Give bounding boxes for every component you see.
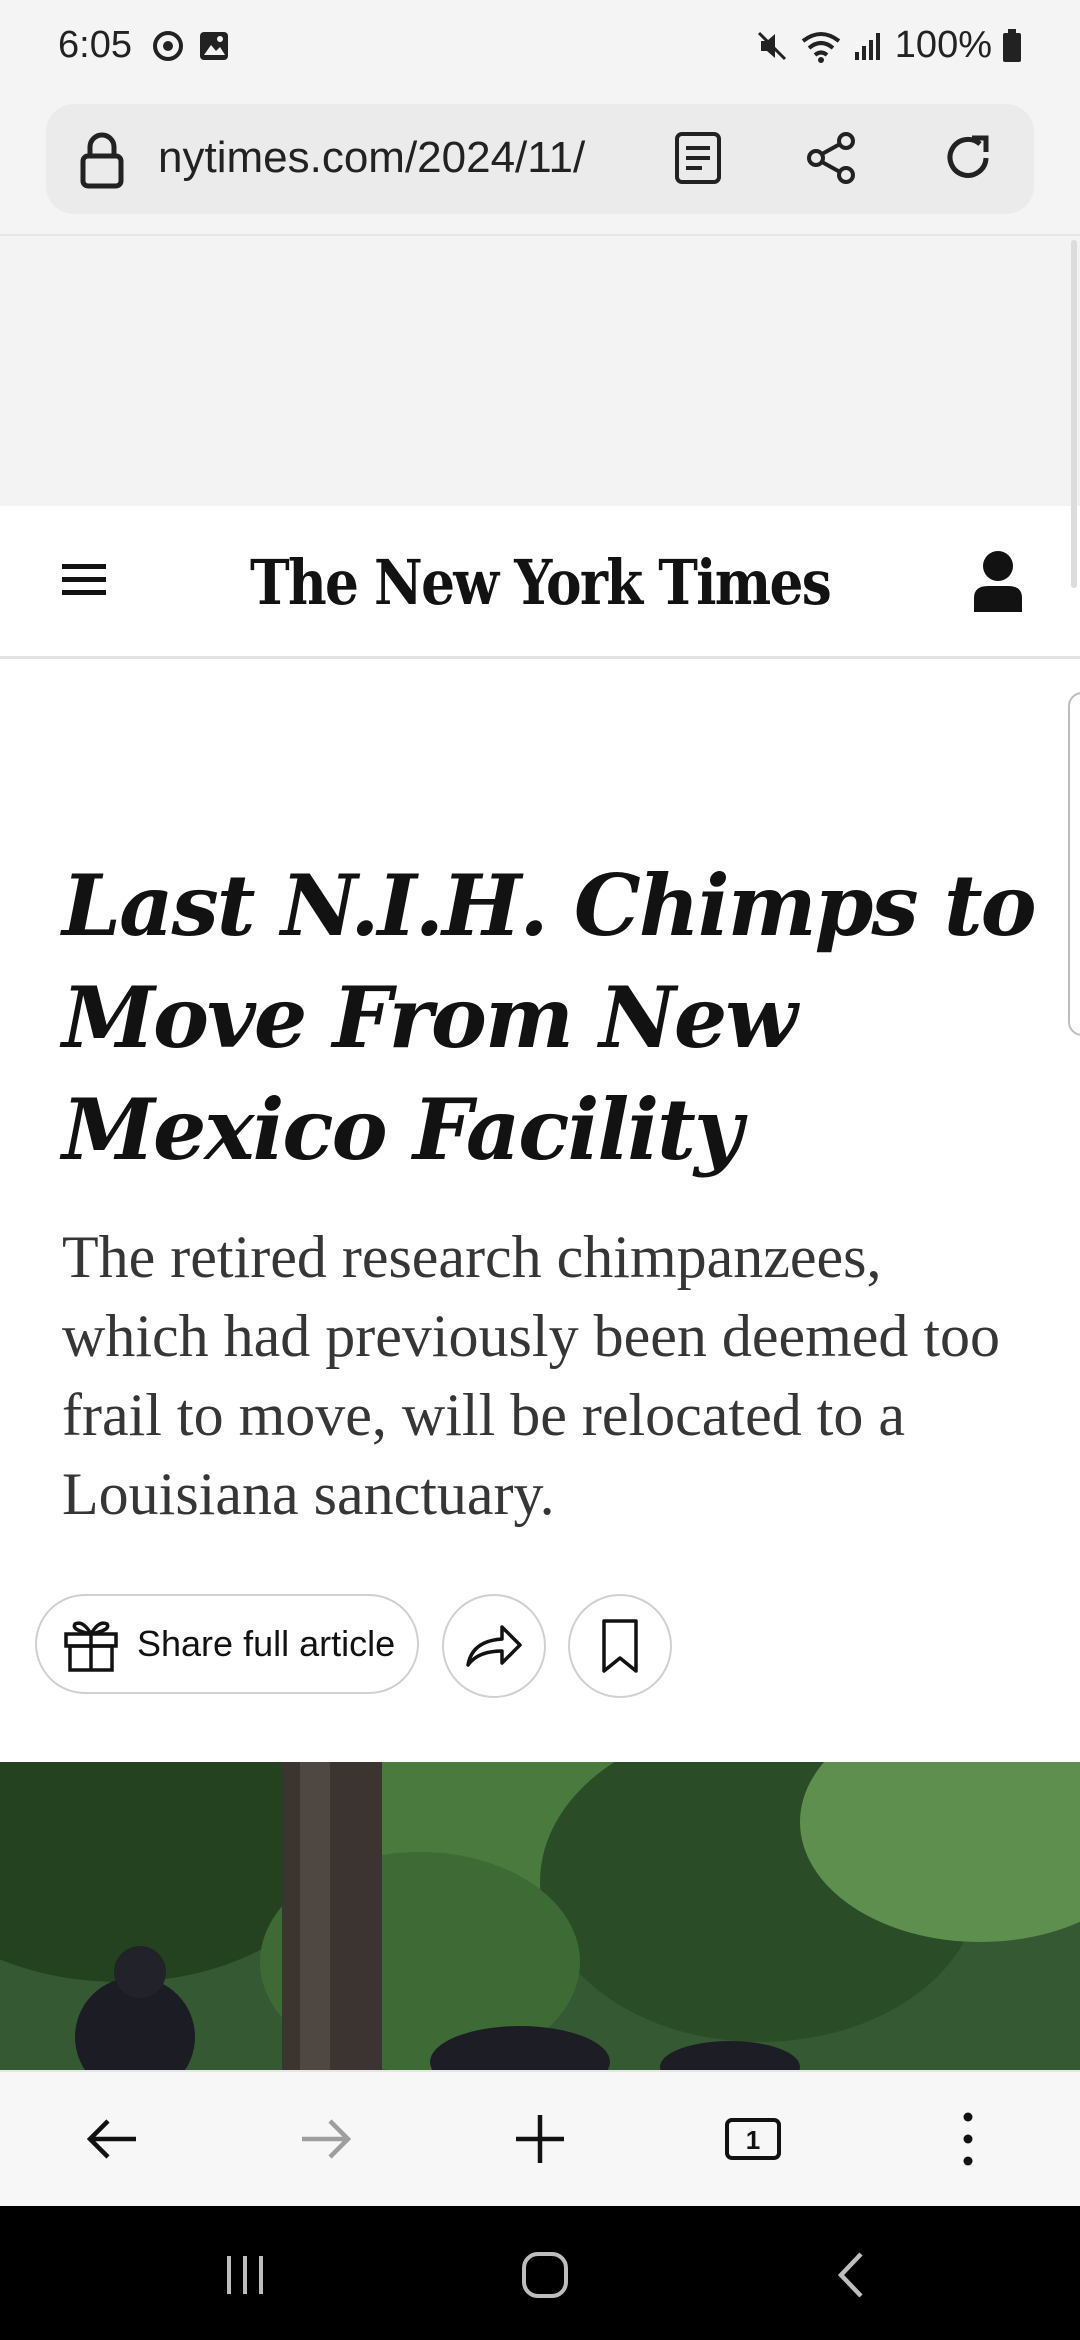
bookmark-icon [602,1619,638,1673]
article-headline: Last N.I.H. Chimps to Move From New Mexi… [62,856,1037,1179]
ad-placeholder [0,234,1080,508]
article-photo [0,1762,1080,2070]
status-time: 6:05 [58,24,132,66]
menu-icon[interactable] [58,558,110,602]
mute-icon [757,31,786,60]
more-options-button[interactable] [928,2104,1008,2174]
reload-button[interactable] [938,128,998,188]
status-notification-icons [152,30,230,62]
battery-percent: 100% [894,24,992,66]
recents-icon [227,2256,263,2294]
url-text[interactable]: nytimes.com/2024/11/ [158,133,628,183]
system-back-button[interactable] [806,2240,896,2310]
share-full-article-label: Share full article [137,1623,396,1664]
tabs-button[interactable]: 1 [713,2104,793,2174]
gallery-icon [200,32,228,60]
back-arrow-icon [86,2119,136,2159]
tab-count: 1 [746,2125,760,2155]
wifi-icon [801,31,841,63]
reader-mode-button[interactable] [668,128,728,188]
reader-mode-icon [675,132,721,184]
status-right: 100% [755,24,1022,67]
gift-icon [64,1621,118,1672]
article-summary: The retired research chimpanzees, which … [62,1224,1001,1527]
sync-icon [153,31,183,61]
tabs-icon: 1 [725,2118,781,2160]
share-icon [807,132,855,184]
masthead-logo[interactable]: The New York Times [240,538,840,628]
reload-icon [947,135,989,178]
page-scroll-thumb[interactable] [1071,240,1077,588]
recents-button[interactable] [200,2240,290,2310]
chevron-left-icon [837,2252,863,2298]
plus-icon [516,2115,564,2163]
forward-arrow-icon [466,1625,522,1667]
signal-icon [854,32,880,60]
new-tab-button[interactable] [500,2104,580,2174]
back-button[interactable] [72,2104,152,2174]
forward-icon [302,2119,352,2159]
account-icon[interactable] [970,548,1026,614]
share-button[interactable] [442,1594,546,1698]
url-fade [590,120,640,200]
home-button[interactable] [500,2240,590,2310]
forward-button[interactable] [286,2104,366,2174]
home-icon [522,2252,568,2298]
masthead-text: The New York Times [250,546,830,619]
lock-icon[interactable] [76,130,128,190]
chimpanzees-photo [0,1762,1080,2070]
share-full-article-button[interactable]: Share full article [35,1594,419,1694]
edge-panel-handle[interactable] [1068,692,1080,1036]
more-vertical-icon [963,2112,973,2166]
share-page-button[interactable] [802,128,862,188]
save-bookmark-button[interactable] [568,1594,672,1698]
battery-icon [1003,28,1021,62]
